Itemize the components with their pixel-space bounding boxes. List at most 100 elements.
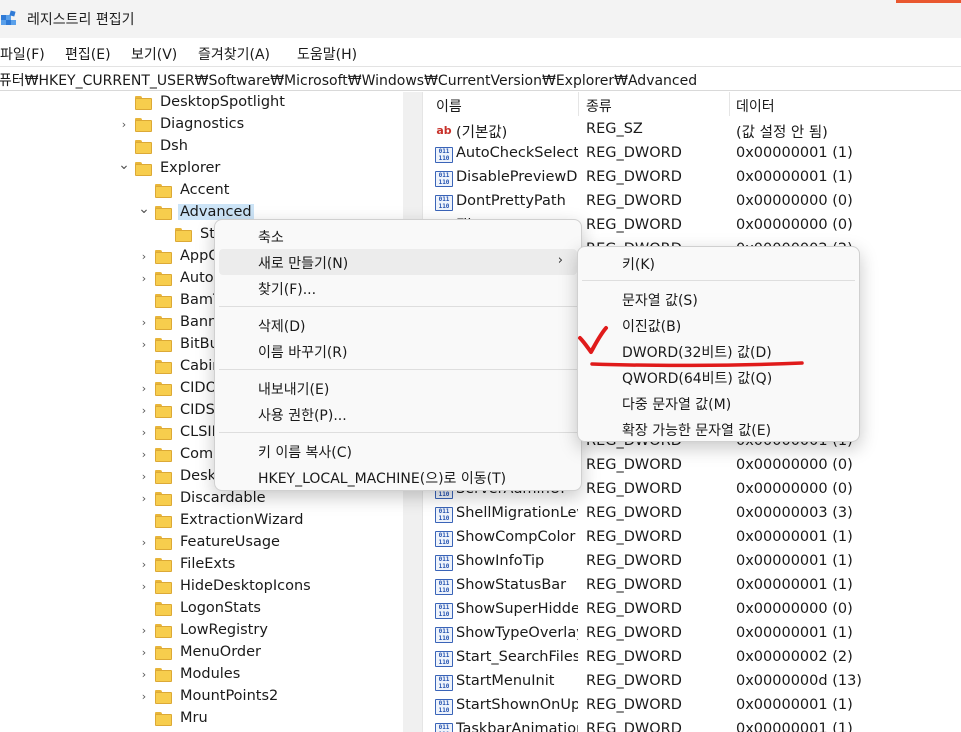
chevron-right-icon[interactable]: › — [138, 250, 150, 264]
folder-icon — [155, 668, 172, 682]
submenu-item-binary-value[interactable]: 이진값(B) — [582, 312, 855, 338]
chevron-right-icon[interactable]: › — [138, 404, 150, 418]
menu-view[interactable]: 보기(V) — [131, 44, 177, 64]
submenu-item-dword-value[interactable]: DWORD(32비트) 값(D) — [582, 338, 855, 364]
menu-item-rename[interactable]: 이름 바꾸기(R) — [219, 338, 577, 364]
value-row[interactable]: 011 110 AutoCheckSelect REG_DWORD 0x00000001… — [430, 143, 961, 167]
chevron-down-icon[interactable]: ⌄ — [118, 158, 130, 172]
close-button-edge[interactable] — [896, 0, 961, 3]
chevron-right-icon[interactable]: › — [138, 338, 150, 352]
submenu-item-expandable-string-value[interactable]: 확장 가능한 문자열 값(E) — [582, 416, 855, 442]
expander-placeholder — [138, 514, 150, 528]
menu-item-collapse[interactable]: 축소 — [219, 223, 577, 249]
column-header-data[interactable]: 데이터 — [736, 96, 775, 116]
value-type: REG_DWORD — [586, 481, 682, 497]
value-type: REG_DWORD — [586, 217, 682, 233]
tree-item[interactable]: › Discardable — [0, 489, 403, 511]
menu-item-export[interactable]: 내보내기(E) — [219, 375, 577, 401]
value-name: ShowStatusBar — [456, 577, 567, 593]
chevron-right-icon[interactable]: › — [138, 382, 150, 396]
chevron-right-icon: › — [557, 253, 563, 268]
chevron-right-icon[interactable]: › — [118, 118, 130, 132]
value-row[interactable]: 011 110 ShowTypeOverlay REG_DWORD 0x00000001… — [430, 623, 961, 647]
folder-icon — [155, 690, 172, 704]
value-type: REG_DWORD — [586, 697, 682, 713]
value-data: 0x00000000 (0) — [736, 457, 853, 473]
tree-item-label: Mru — [180, 710, 208, 726]
tree-item[interactable]: › MountPoints2 — [0, 687, 403, 709]
value-data: 0x00000001 (1) — [736, 145, 853, 161]
submenu-item-string-value[interactable]: 문자열 값(S) — [582, 286, 855, 312]
submenu-item-key[interactable]: 키(K) — [582, 250, 855, 276]
folder-icon — [135, 140, 152, 154]
chevron-right-icon[interactable]: › — [138, 272, 150, 286]
menu-item-label: 사용 권한(P)... — [258, 408, 347, 424]
chevron-right-icon[interactable]: › — [138, 426, 150, 440]
tree-item[interactable]: Mru — [0, 709, 403, 731]
value-row[interactable]: 011110DisablePreviewDesktop REG_DWORD 0x00… — [430, 167, 961, 191]
submenu-item-multi-string-value[interactable]: 다중 문자열 값(M) — [582, 390, 855, 416]
value-row[interactable]: 011 110 StartMenuInit REG_DWORD 0x0000000d (… — [430, 671, 961, 695]
address-path[interactable]: 컴퓨터₩HKEY_CURRENT_USER₩Software₩Microsoft… — [0, 70, 697, 90]
value-row[interactable]: 011 110 ShowSuperHidden REG_DWORD 0x00000000… — [430, 599, 961, 623]
menu-item-goto-hklm[interactable]: HKEY_LOCAL_MACHINE(으)로 이동(T) — [219, 464, 577, 490]
tree-item[interactable]: ExtractionWizard — [0, 511, 403, 533]
value-type: REG_DWORD — [586, 505, 682, 521]
column-header-name[interactable]: 이름 — [436, 96, 462, 116]
chevron-right-icon[interactable]: › — [138, 690, 150, 704]
value-row[interactable]: 011110StartShownOnUpgrade REG_DWORD 0x0000… — [430, 695, 961, 719]
column-separator[interactable] — [578, 92, 579, 116]
value-row[interactable]: ab (기본값) REG_SZ (값 설정 안 됨) — [430, 119, 961, 143]
folder-icon — [155, 580, 172, 594]
value-row[interactable]: 011 110 Start_SearchFiles REG_DWORD 0x000000… — [430, 647, 961, 671]
value-row[interactable]: 011 110 DontPrettyPath REG_DWORD 0x00000000 … — [430, 191, 961, 215]
menu-item-find[interactable]: 찾기(F)... — [219, 275, 577, 301]
menu-edit[interactable]: 편집(E) — [65, 44, 111, 64]
tree-item[interactable]: Accent — [0, 181, 403, 203]
tree-item[interactable]: › HideDesktopIcons — [0, 577, 403, 599]
column-separator[interactable] — [729, 92, 730, 116]
value-name: StartMenuInit — [456, 673, 555, 689]
binary-value-icon: 011110 — [435, 147, 453, 163]
chevron-right-icon[interactable]: › — [138, 448, 150, 462]
tree-item[interactable]: Dsh — [0, 137, 403, 159]
submenu-item-qword-value[interactable]: QWORD(64비트) 값(Q) — [582, 364, 855, 390]
chevron-right-icon[interactable]: › — [138, 536, 150, 550]
tree-item[interactable]: DesktopSpotlight — [0, 93, 403, 115]
tree-item[interactable]: › LowRegistry — [0, 621, 403, 643]
tree-item[interactable]: LogonStats — [0, 599, 403, 621]
chevron-right-icon[interactable]: › — [138, 668, 150, 682]
binary-value-icon: 011110 — [435, 531, 453, 547]
expander-placeholder — [138, 294, 150, 308]
tree-item[interactable]: › MenuOrder — [0, 643, 403, 665]
menu-favorites[interactable]: 즐겨찾기(A) — [198, 44, 270, 64]
chevron-right-icon[interactable]: › — [138, 316, 150, 330]
value-row[interactable]: 011 110 ShowStatusBar REG_DWORD 0x00000001 (… — [430, 575, 961, 599]
chevron-down-icon[interactable]: ⌄ — [138, 202, 150, 216]
tree-item[interactable]: ⌄ Explorer — [0, 158, 403, 181]
chevron-right-icon[interactable]: › — [138, 624, 150, 638]
menu-item-new[interactable]: 새로 만들기(N) › — [219, 249, 577, 275]
menu-item-delete[interactable]: 삭제(D) — [219, 312, 577, 338]
chevron-right-icon[interactable]: › — [138, 558, 150, 572]
value-row[interactable]: 011110TaskbarAnimations REG_DWORD 0x000000… — [430, 719, 961, 732]
tree-item[interactable]: › Modules — [0, 665, 403, 687]
value-row[interactable]: 011110ShellMigrationLevel REG_DWORD 0x0000… — [430, 503, 961, 527]
binary-value-icon: 011110 — [435, 579, 453, 595]
chevron-right-icon[interactable]: › — [138, 646, 150, 660]
address-bar[interactable]: 컴퓨터₩HKEY_CURRENT_USER₩Software₩Microsoft… — [0, 66, 961, 91]
value-row[interactable]: 011 110 ShowCompColor REG_DWORD 0x00000001 (… — [430, 527, 961, 551]
menu-item-permissions[interactable]: 사용 권한(P)... — [219, 401, 577, 427]
menu-item-copy-key-name[interactable]: 키 이름 복사(C) — [219, 438, 577, 464]
chevron-right-icon[interactable]: › — [138, 492, 150, 506]
chevron-right-icon[interactable]: › — [138, 470, 150, 484]
menu-help[interactable]: 도움말(H) — [297, 44, 357, 64]
column-header-type[interactable]: 종류 — [586, 96, 612, 116]
value-row[interactable]: 011 110 ShowInfoTip REG_DWORD 0x00000001 (1) — [430, 551, 961, 575]
menu-file[interactable]: 파일(F) — [0, 44, 45, 64]
tree-item[interactable]: › Diagnostics — [0, 115, 403, 137]
chevron-right-icon[interactable]: › — [138, 580, 150, 594]
tree-item[interactable]: › FeatureUsage — [0, 533, 403, 555]
value-data: 0x00000001 (1) — [736, 721, 853, 732]
tree-item[interactable]: › FileExts — [0, 555, 403, 577]
